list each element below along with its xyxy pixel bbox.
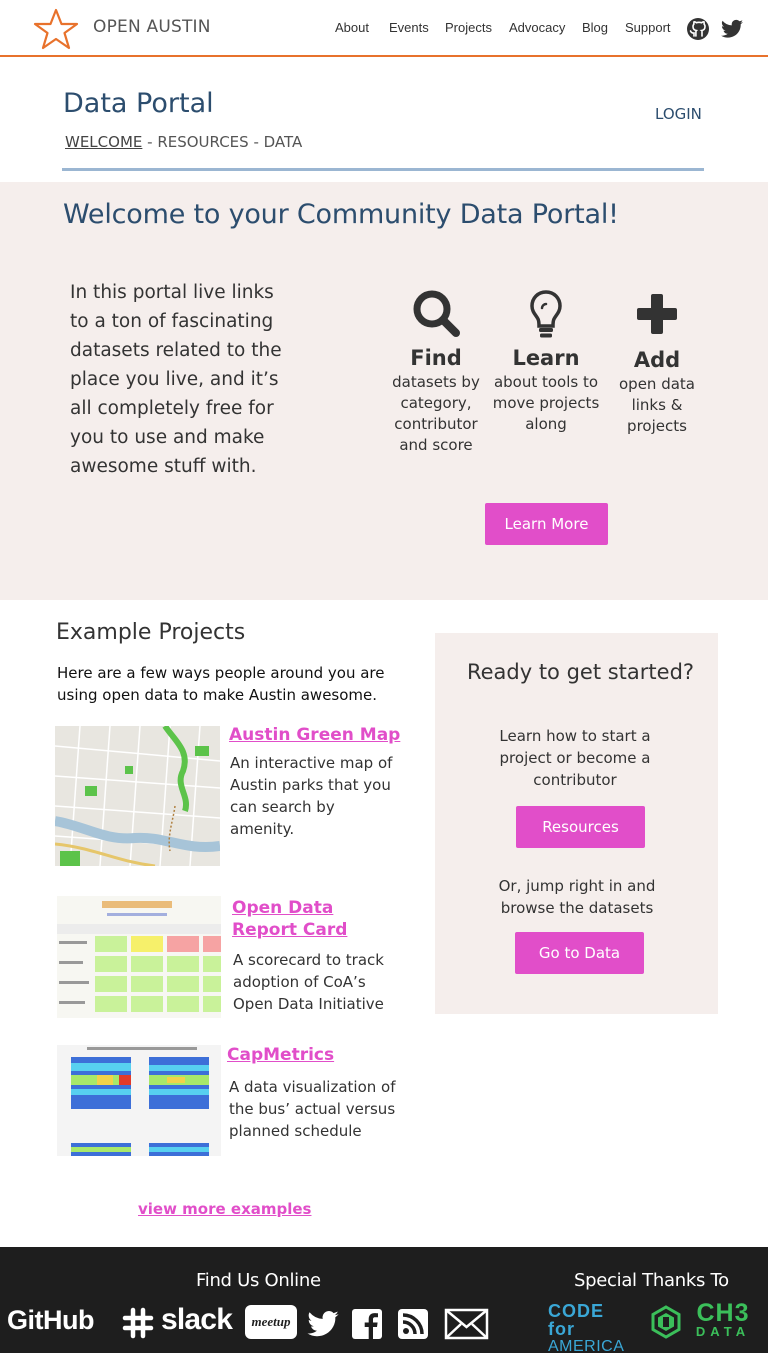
examples-heading: Example Projects bbox=[56, 620, 246, 645]
twitter-icon[interactable] bbox=[720, 17, 744, 41]
nav-about[interactable]: About bbox=[335, 20, 369, 35]
capmetrics-thumbnail[interactable] bbox=[57, 1045, 221, 1156]
ch3-data-logo[interactable]: CH3 DATA bbox=[684, 1299, 762, 1339]
feature-description: open data links & projects bbox=[619, 375, 695, 435]
brand-name[interactable]: OPEN AUSTIN bbox=[93, 17, 211, 37]
austin-green-map-thumbnail[interactable] bbox=[55, 726, 220, 866]
cfa-logo-line: CODE for bbox=[548, 1301, 605, 1339]
nav-events[interactable]: Events bbox=[389, 20, 429, 35]
project-link-capmetrics[interactable]: CapMetrics bbox=[227, 1044, 402, 1066]
feature-learn: Learn about tools to move projects along bbox=[491, 288, 601, 435]
welcome-intro-text: In this portal live links to a ton of fa… bbox=[70, 282, 282, 477]
feature-description: about tools to move projects along bbox=[492, 373, 600, 433]
header-divider bbox=[62, 168, 704, 171]
slack-logo-link[interactable]: slack bbox=[161, 1303, 233, 1337]
page-title: Data Portal bbox=[63, 88, 214, 119]
top-navbar: OPEN AUSTIN About Events Projects Advoca… bbox=[0, 0, 768, 57]
login-link[interactable]: LOGIN bbox=[655, 105, 702, 123]
project-link-open-data-report-card[interactable]: Open Data Report Card bbox=[232, 897, 402, 941]
ch3-logo-line: DATA bbox=[695, 1324, 751, 1339]
go-to-data-button[interactable]: Go to Data bbox=[515, 932, 644, 974]
ch3-logo-line: CH3 bbox=[696, 1299, 750, 1327]
footer-thanks-heading: Special Thanks To bbox=[574, 1270, 729, 1291]
github-logo-link[interactable]: GitHub bbox=[7, 1305, 94, 1336]
rss-icon[interactable] bbox=[396, 1307, 430, 1341]
breadcrumb-welcome[interactable]: WELCOME bbox=[65, 133, 142, 151]
nav-support[interactable]: Support bbox=[625, 20, 671, 35]
breadcrumb-separator: - bbox=[142, 133, 158, 151]
resources-button[interactable]: Resources bbox=[516, 806, 645, 848]
project-link-austin-green-map[interactable]: Austin Green Map bbox=[229, 724, 404, 746]
welcome-heading: Welcome to your Community Data Portal! bbox=[63, 199, 619, 230]
plus-icon bbox=[637, 294, 677, 334]
project-description: A scorecard to track adoption of CoA’s O… bbox=[233, 951, 384, 1013]
slack-icon[interactable] bbox=[121, 1306, 155, 1340]
breadcrumb-data[interactable]: DATA bbox=[264, 133, 303, 151]
breadcrumb: WELCOME - RESOURCES - DATA bbox=[65, 133, 302, 151]
learn-more-button[interactable]: Learn More bbox=[485, 503, 608, 545]
breadcrumb-separator: - bbox=[248, 133, 264, 151]
code-for-america-logo[interactable]: CODE for AMERICA bbox=[548, 1302, 628, 1353]
open-data-report-card-thumbnail[interactable] bbox=[57, 896, 221, 1018]
feature-description: datasets by category, contributor and sc… bbox=[392, 373, 480, 454]
nav-blog[interactable]: Blog bbox=[582, 20, 608, 35]
open-austin-star-logo[interactable] bbox=[33, 8, 79, 50]
twitter-icon[interactable] bbox=[306, 1307, 340, 1341]
lightbulb-icon bbox=[530, 290, 562, 338]
feature-title: Learn bbox=[512, 346, 580, 370]
mail-icon[interactable] bbox=[444, 1307, 489, 1341]
search-icon bbox=[413, 290, 460, 337]
feature-add: Add open data links & projects bbox=[602, 290, 712, 437]
ready-resources-text: Learn how to start a project or become a… bbox=[499, 727, 651, 789]
ch3-hexagon-icon[interactable] bbox=[649, 1305, 683, 1339]
nav-projects[interactable]: Projects bbox=[445, 20, 492, 35]
github-icon[interactable] bbox=[686, 17, 710, 41]
feature-find: Find datasets by category, contributor a… bbox=[381, 288, 491, 456]
ready-heading: Ready to get started? bbox=[466, 660, 695, 684]
facebook-icon[interactable] bbox=[350, 1307, 384, 1341]
feature-title: Add bbox=[633, 348, 681, 372]
project-description: A data visualization of the bus’ actual … bbox=[229, 1078, 396, 1140]
meetup-logo-link[interactable]: meetup bbox=[245, 1305, 297, 1339]
view-more-examples-link[interactable]: view more examples bbox=[138, 1200, 311, 1218]
project-description: An interactive map of Austin parks that … bbox=[230, 754, 393, 838]
breadcrumb-resources[interactable]: RESOURCES bbox=[157, 133, 248, 151]
examples-intro-text: Here are a few ways people around you ar… bbox=[57, 664, 385, 704]
cfa-logo-line: AMERICA bbox=[548, 1338, 625, 1353]
ready-data-text: Or, jump right in and browse the dataset… bbox=[498, 877, 656, 917]
feature-title: Find bbox=[410, 346, 462, 370]
footer-find-us-heading: Find Us Online bbox=[196, 1270, 321, 1291]
nav-advocacy[interactable]: Advocacy bbox=[509, 20, 565, 35]
